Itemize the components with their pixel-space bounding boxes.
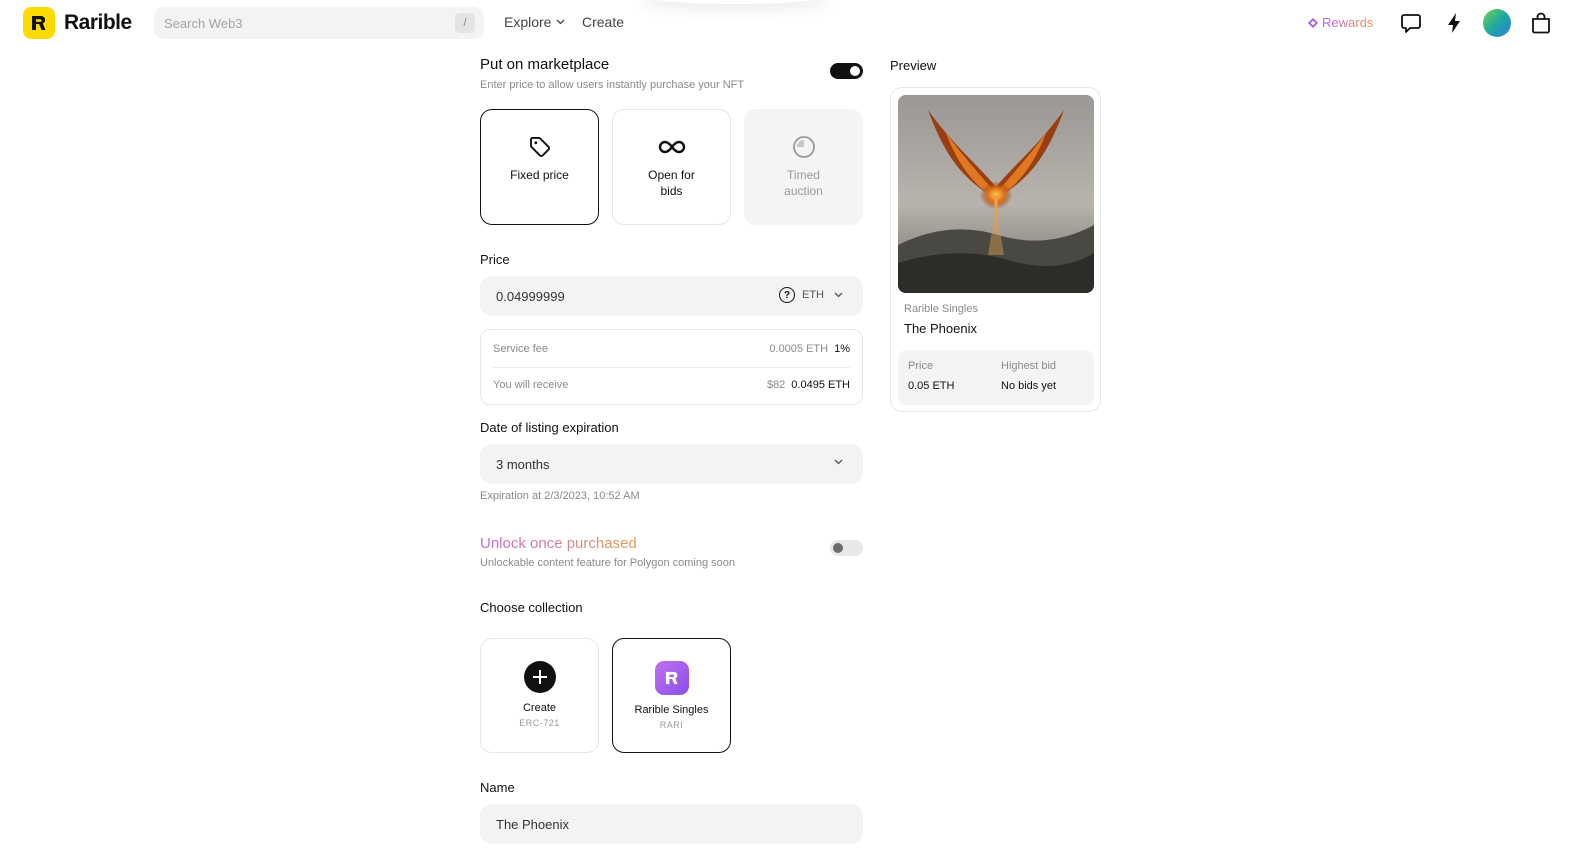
- chevron-down-icon: [557, 19, 565, 25]
- expiration-value: 3 months: [496, 456, 550, 472]
- marketplace-title: Put on marketplace: [480, 56, 610, 73]
- tag-icon: [529, 136, 550, 157]
- currency-label: ETH: [802, 289, 824, 301]
- fee-summary: Service fee 0.0005 ETH 1% You will recei…: [480, 329, 863, 405]
- sale-type-open-bids[interactable]: Open for bids: [612, 109, 731, 225]
- price-label: Price: [480, 252, 510, 267]
- rarible-collection-icon: [654, 661, 689, 695]
- marketplace-toggle[interactable]: [830, 63, 863, 79]
- search-input[interactable]: [164, 15, 444, 31]
- marketplace-subtitle: Enter price to allow users instantly pur…: [480, 79, 745, 91]
- nav-explore-label: Explore: [504, 14, 552, 30]
- search-bar[interactable]: /: [154, 7, 484, 39]
- sale-type-timed-auction[interactable]: Timed auction: [744, 109, 863, 225]
- logo[interactable]: Rarible: [23, 7, 132, 39]
- rarible-logo-icon: [23, 7, 55, 39]
- unlock-title: Unlock once purchased: [480, 535, 637, 552]
- preview-price-label: Price: [908, 360, 934, 372]
- sale-type-label: Timed auction: [784, 168, 823, 198]
- plus-icon: [523, 661, 556, 693]
- clock-icon: [792, 136, 815, 158]
- top-bar: Rarible / Explore Create Rewards: [0, 0, 1580, 46]
- diamond-icon: [1308, 17, 1318, 28]
- infinity-icon: [658, 140, 685, 154]
- preview-price-value: 0.05 ETH: [908, 380, 955, 392]
- receive-label: You will receive: [493, 379, 569, 391]
- expiration-hint: Expiration at 2/3/2023, 10:52 AM: [480, 490, 640, 502]
- name-label: Name: [480, 780, 515, 795]
- receive-eth: 0.0495 ETH: [791, 379, 850, 391]
- collection-title: Rarible Singles: [634, 704, 709, 716]
- expiration-label: Date of listing expiration: [480, 420, 619, 435]
- chevron-down-icon: [834, 459, 843, 465]
- user-avatar[interactable]: [1483, 9, 1511, 37]
- sale-type-options: Fixed price Open for bids Timed auction: [480, 109, 863, 225]
- preview-bid-label: Highest bid: [1001, 360, 1057, 372]
- preview-card: Rarible Singles The Phoenix Price 0.05 E…: [890, 87, 1101, 412]
- service-fee-value: 0.0005 ETH: [769, 343, 829, 355]
- preview-bid-value: No bids yet: [1001, 380, 1057, 392]
- collection-sub: ERC-721: [519, 718, 560, 728]
- bag-icon[interactable]: [1529, 11, 1553, 35]
- rewards-label: Rewards: [1322, 15, 1374, 30]
- collection-sub: RARI: [659, 720, 684, 730]
- nav-explore[interactable]: Explore: [504, 14, 565, 30]
- unlock-subtitle: Unlockable content feature for Polygon c…: [480, 557, 735, 569]
- collection-title: Create: [522, 702, 557, 714]
- unlock-toggle[interactable]: [830, 540, 863, 556]
- sale-type-fixed-price[interactable]: Fixed price: [480, 109, 599, 225]
- service-fee-row: Service fee 0.0005 ETH 1%: [493, 331, 850, 367]
- preview-name: The Phoenix: [904, 321, 977, 336]
- collection-label: Choose collection: [480, 600, 583, 615]
- sale-type-label: Fixed price: [510, 168, 569, 182]
- nft-preview-image: [898, 95, 1094, 293]
- chat-icon[interactable]: [1399, 11, 1423, 35]
- chevron-down-icon: [834, 292, 843, 298]
- receive-usd: $82: [766, 379, 786, 391]
- service-fee-percent: 1%: [834, 343, 850, 355]
- question-icon[interactable]: ?: [779, 287, 795, 303]
- name-field[interactable]: [480, 804, 863, 844]
- receive-row: You will receive $82 0.0495 ETH: [493, 367, 850, 403]
- preview-title: Preview: [890, 58, 937, 73]
- service-fee-label: Service fee: [493, 343, 549, 355]
- rewards-link[interactable]: Rewards: [1308, 15, 1373, 30]
- collection-rarible-singles[interactable]: Rarible Singles RARI: [612, 638, 731, 753]
- preview-price-box: Price 0.05 ETH Highest bid No bids yet: [898, 350, 1094, 405]
- nav-create[interactable]: Create: [582, 14, 624, 30]
- collection-options: Create ERC-721 Rarible Singles RARI: [480, 638, 731, 753]
- header-shadow: [640, 0, 830, 4]
- preview-collection: Rarible Singles: [904, 303, 978, 315]
- listing-form: Put on marketplace Enter price to allow …: [480, 56, 863, 844]
- collection-create[interactable]: Create ERC-721: [480, 638, 599, 753]
- price-input[interactable]: [496, 288, 736, 304]
- name-input[interactable]: [496, 816, 736, 832]
- search-shortcut-key: /: [455, 13, 475, 33]
- sale-type-label: Open for bids: [648, 168, 695, 198]
- expiration-select[interactable]: 3 months: [480, 444, 863, 484]
- logo-text: Rarible: [64, 11, 132, 34]
- price-field[interactable]: ? ETH: [480, 276, 863, 316]
- currency-selector[interactable]: ? ETH: [779, 287, 843, 303]
- lightning-icon[interactable]: [1442, 11, 1466, 35]
